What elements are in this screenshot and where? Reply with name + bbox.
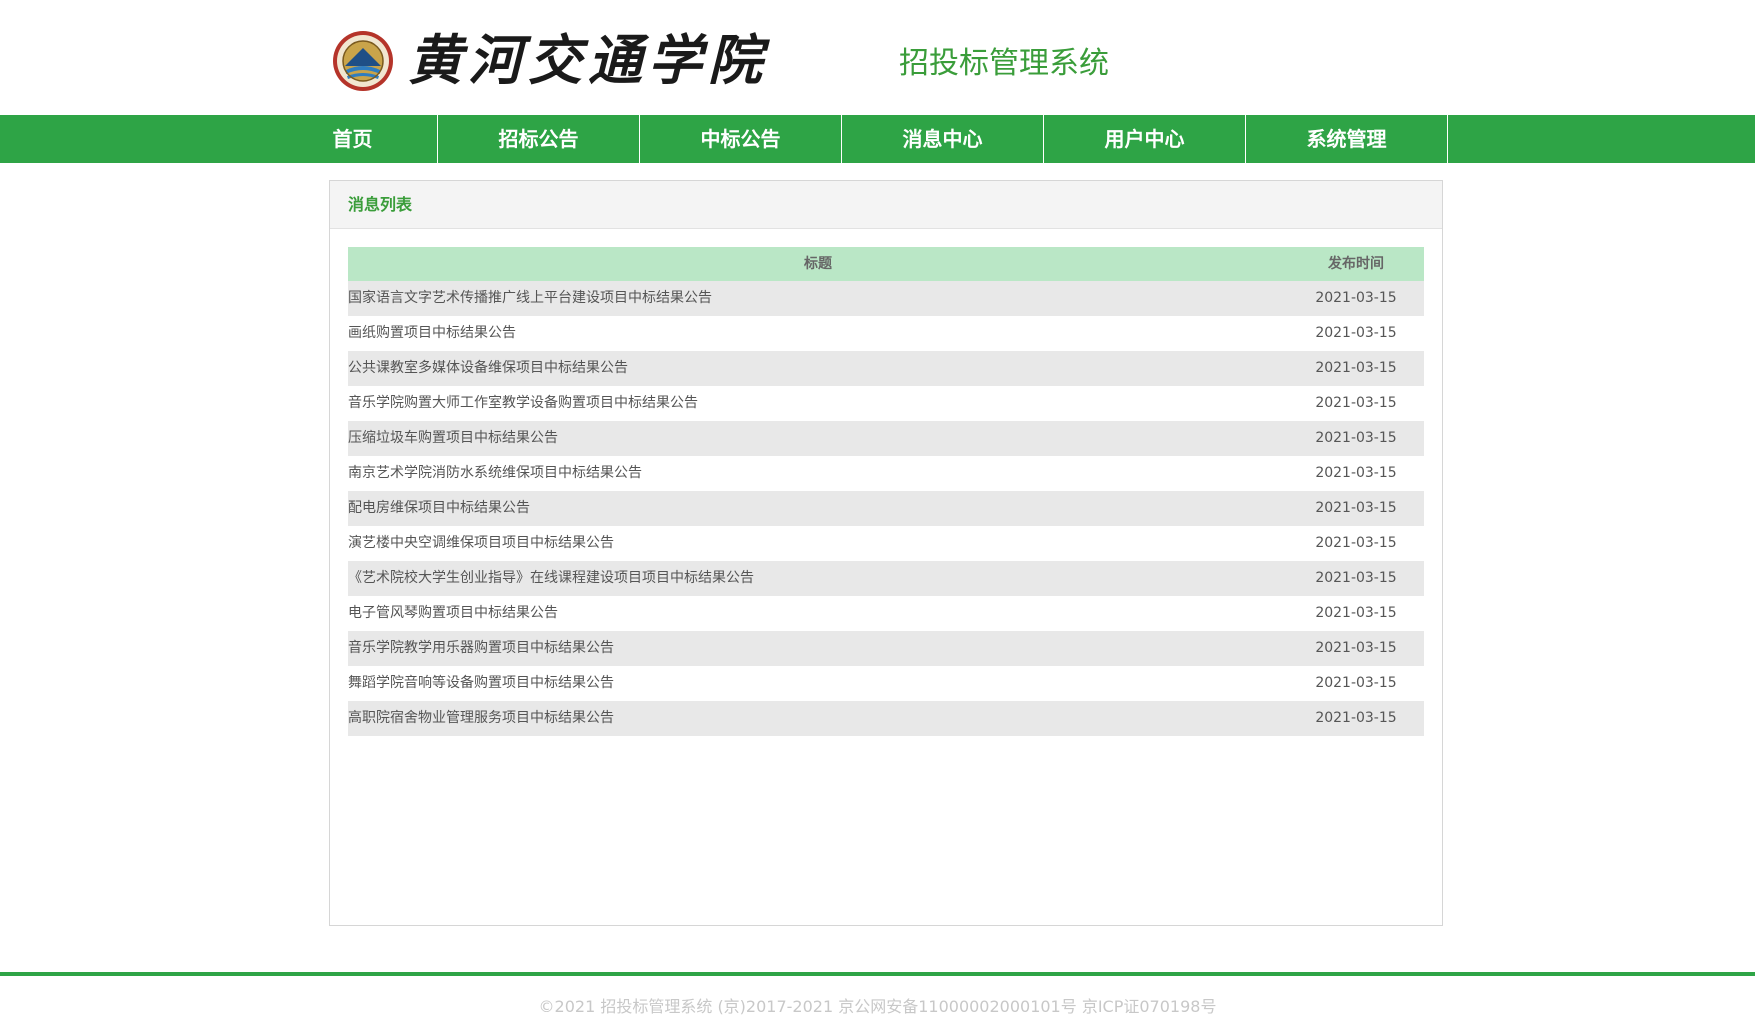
message-table: 标题 发布时间 国家语言文字艺术传播推广线上平台建设项目中标结果公告 2021-… (348, 247, 1424, 736)
system-title: 招投标管理系统 (899, 46, 1109, 81)
message-date: 2021-03-15 (1315, 500, 1397, 516)
column-header-title: 标题 (804, 256, 832, 272)
nav-item-system-admin[interactable]: 系统管理 (1246, 115, 1448, 163)
nav-item-award-notice[interactable]: 中标公告 (640, 115, 842, 163)
table-row[interactable]: 画纸购置项目中标结果公告 2021-03-15 (348, 316, 1424, 351)
table-row[interactable]: 国家语言文字艺术传播推广线上平台建设项目中标结果公告 2021-03-15 (348, 281, 1424, 316)
nav-item-message-center[interactable]: 消息中心 (842, 115, 1044, 163)
message-date: 2021-03-15 (1315, 465, 1397, 481)
message-title-link[interactable]: 音乐学院教学用乐器购置项目中标结果公告 (348, 631, 614, 666)
nav-item-tender-notice[interactable]: 招标公告 (438, 115, 640, 163)
message-title-link[interactable]: 公共课教室多媒体设备维保项目中标结果公告 (348, 351, 628, 386)
footer-copyright: ©2021 招投标管理系统 (京)2017-2021 京公网安备11000002… (538, 997, 1217, 1016)
message-date: 2021-03-15 (1315, 395, 1397, 411)
table-row[interactable]: 音乐学院教学用乐器购置项目中标结果公告 2021-03-15 (348, 631, 1424, 666)
table-row[interactable]: 配电房维保项目中标结果公告 2021-03-15 (348, 491, 1424, 526)
table-header: 标题 发布时间 (348, 247, 1424, 281)
message-title-link[interactable]: 压缩垃圾车购置项目中标结果公告 (348, 421, 558, 456)
message-date: 2021-03-15 (1315, 535, 1397, 551)
message-title-link[interactable]: 国家语言文字艺术传播推广线上平台建设项目中标结果公告 (348, 281, 712, 316)
table-row[interactable]: 南京艺术学院消防水系统维保项目中标结果公告 2021-03-15 (348, 456, 1424, 491)
table-row[interactable]: 压缩垃圾车购置项目中标结果公告 2021-03-15 (348, 421, 1424, 456)
table-row[interactable]: 公共课教室多媒体设备维保项目中标结果公告 2021-03-15 (348, 351, 1424, 386)
table-row[interactable]: 《艺术院校大学生创业指导》在线课程建设项目项目中标结果公告 2021-03-15 (348, 561, 1424, 596)
message-title-link[interactable]: 音乐学院购置大师工作室教学设备购置项目中标结果公告 (348, 386, 698, 421)
table-row[interactable]: 高职院宿舍物业管理服务项目中标结果公告 2021-03-15 (348, 701, 1424, 736)
message-title-link[interactable]: 画纸购置项目中标结果公告 (348, 316, 516, 351)
table-row[interactable]: 舞蹈学院音响等设备购置项目中标结果公告 2021-03-15 (348, 666, 1424, 701)
panel-title: 消息列表 (348, 195, 413, 214)
panel-header: 消息列表 (330, 181, 1442, 229)
table-row[interactable]: 音乐学院购置大师工作室教学设备购置项目中标结果公告 2021-03-15 (348, 386, 1424, 421)
message-date: 2021-03-15 (1315, 360, 1397, 376)
footer-divider (0, 972, 1755, 976)
header: 黄河交通学院 招投标管理系统 (0, 0, 1755, 115)
message-title-link[interactable]: 《艺术院校大学生创业指导》在线课程建设项目项目中标结果公告 (348, 561, 754, 596)
school-name: 黄河交通学院 (408, 28, 768, 92)
message-title-link[interactable]: 高职院宿舍物业管理服务项目中标结果公告 (348, 701, 614, 736)
message-title-link[interactable]: 配电房维保项目中标结果公告 (348, 491, 530, 526)
column-header-date: 发布时间 (1328, 256, 1384, 272)
nav-item-home[interactable]: 首页 (268, 115, 438, 163)
message-title-link[interactable]: 舞蹈学院音响等设备购置项目中标结果公告 (348, 666, 614, 701)
message-date: 2021-03-15 (1315, 570, 1397, 586)
message-date: 2021-03-15 (1315, 290, 1397, 306)
nav-item-user-center[interactable]: 用户中心 (1044, 115, 1246, 163)
message-panel: 消息列表 标题 发布时间 国家语言文字艺术传播推广线上平台建设项目中标结果公告 … (329, 180, 1443, 926)
main-nav: 首页 招标公告 中标公告 消息中心 用户中心 系统管理 (0, 115, 1755, 163)
message-date: 2021-03-15 (1315, 640, 1397, 656)
message-date: 2021-03-15 (1315, 675, 1397, 691)
message-title-link[interactable]: 电子管风琴购置项目中标结果公告 (348, 596, 558, 631)
message-date: 2021-03-15 (1315, 710, 1397, 726)
message-date: 2021-03-15 (1315, 605, 1397, 621)
page: 黄河交通学院 招投标管理系统 首页 招标公告 中标公告 消息中心 用户中心 系统… (0, 0, 1755, 1033)
table-row[interactable]: 电子管风琴购置项目中标结果公告 2021-03-15 (348, 596, 1424, 631)
message-date: 2021-03-15 (1315, 430, 1397, 446)
message-title-link[interactable]: 南京艺术学院消防水系统维保项目中标结果公告 (348, 456, 642, 491)
school-seal-icon (333, 31, 393, 91)
message-title-link[interactable]: 演艺楼中央空调维保项目项目中标结果公告 (348, 526, 614, 561)
table-row[interactable]: 演艺楼中央空调维保项目项目中标结果公告 2021-03-15 (348, 526, 1424, 561)
message-date: 2021-03-15 (1315, 325, 1397, 341)
